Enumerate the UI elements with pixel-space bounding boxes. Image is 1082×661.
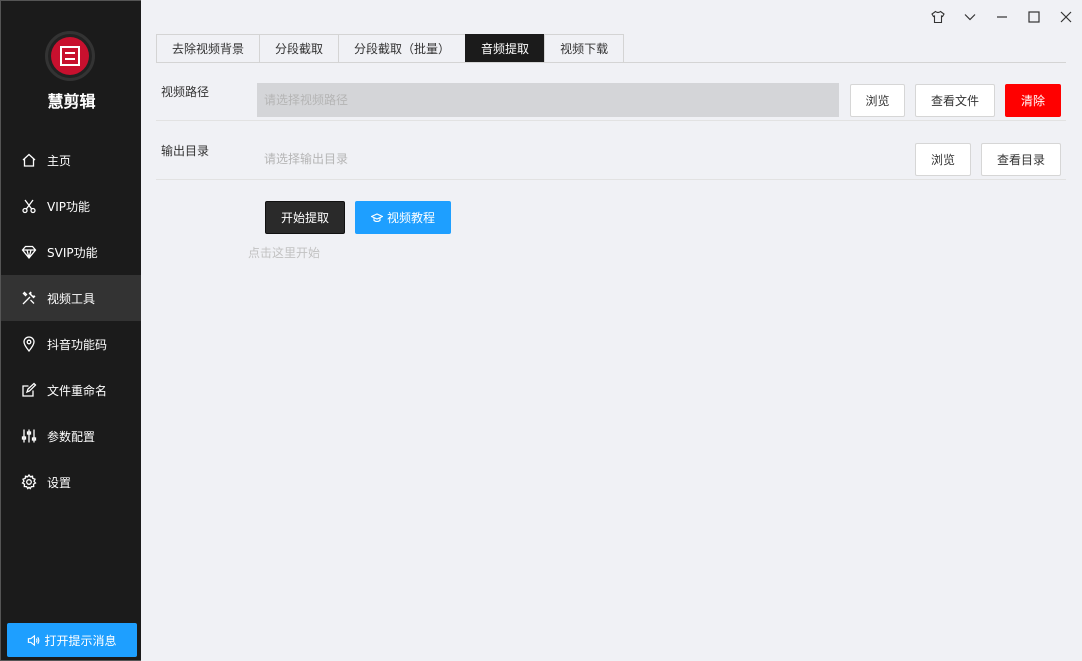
tool-tabs: 去除视频背景 分段截取 分段截取（批量） 音频提取 视频下载 <box>156 34 625 63</box>
location-pin-icon <box>20 335 38 353</box>
sidebar-item-label: 参数配置 <box>47 429 96 444</box>
browse-video-button[interactable]: 浏览 <box>850 84 905 117</box>
sidebar-item-label: 视频工具 <box>47 291 96 306</box>
sidebar-item-home[interactable]: 主页 <box>1 137 141 183</box>
tab-video-download[interactable]: 视频下载 <box>544 34 625 63</box>
output-dir-label: 输出目录 <box>161 144 210 158</box>
tab-audio-extract[interactable]: 音频提取 <box>465 34 545 63</box>
diamond-icon <box>20 243 38 261</box>
app-logo <box>45 31 95 81</box>
sidebar: 慧剪辑 主页 VIP功能 SVIP功能 视频工具 抖音功能码 文件重命名 参数配… <box>0 0 141 661</box>
video-path-input[interactable] <box>257 83 839 117</box>
window-controls <box>922 0 1082 34</box>
sidebar-item-rename[interactable]: 文件重命名 <box>1 367 141 413</box>
dropdown-icon[interactable] <box>954 0 986 34</box>
speaker-icon <box>28 634 40 646</box>
sidebar-item-label: SVIP功能 <box>47 245 98 260</box>
sidebar-item-label: 抖音功能码 <box>47 337 108 352</box>
tab-segment-cut[interactable]: 分段截取 <box>259 34 339 63</box>
output-dir-input[interactable] <box>257 142 757 176</box>
sidebar-item-params[interactable]: 参数配置 <box>1 413 141 459</box>
sidebar-item-label: 设置 <box>47 475 72 490</box>
notify-label: 打开提示消息 <box>44 633 117 648</box>
browse-output-button[interactable]: 浏览 <box>915 143 971 176</box>
tab-segment-cut-batch[interactable]: 分段截取（批量） <box>338 34 466 63</box>
close-icon[interactable] <box>1050 0 1082 34</box>
sidebar-item-settings[interactable]: 设置 <box>1 459 141 505</box>
start-hint: 点击这里开始 <box>248 246 321 260</box>
minimize-icon[interactable] <box>986 0 1018 34</box>
tutorial-label: 视频教程 <box>386 211 435 225</box>
sidebar-item-label: VIP功能 <box>47 199 90 214</box>
sliders-icon <box>20 427 38 445</box>
view-directory-button[interactable]: 查看目录 <box>981 143 1061 176</box>
maximize-icon[interactable] <box>1018 0 1050 34</box>
tab-remove-background[interactable]: 去除视频背景 <box>156 34 260 63</box>
sidebar-item-label: 文件重命名 <box>47 383 108 398</box>
sidebar-item-video-tools[interactable]: 视频工具 <box>1 275 141 321</box>
scissors-icon <box>20 197 38 215</box>
edit-icon <box>20 381 38 399</box>
home-icon <box>20 151 38 169</box>
sidebar-item-svip[interactable]: SVIP功能 <box>1 229 141 275</box>
open-notifications-button[interactable]: 打开提示消息 <box>7 623 137 657</box>
sidebar-item-douyin-code[interactable]: 抖音功能码 <box>1 321 141 367</box>
gear-icon <box>20 473 38 491</box>
video-path-label: 视频路径 <box>161 85 210 99</box>
graduation-cap-icon <box>370 212 383 222</box>
clear-button[interactable]: 清除 <box>1005 84 1061 117</box>
app-name: 慧剪辑 <box>47 92 96 111</box>
start-extract-button[interactable]: 开始提取 <box>265 201 345 234</box>
output-dir-row: 输出目录 浏览 查看目录 <box>156 122 1066 180</box>
view-file-button[interactable]: 查看文件 <box>915 84 995 117</box>
tools-icon <box>20 289 38 307</box>
sidebar-item-label: 主页 <box>47 153 72 168</box>
sidebar-nav: 主页 VIP功能 SVIP功能 视频工具 抖音功能码 文件重命名 参数配置 设置 <box>1 137 141 505</box>
video-path-row: 视频路径 浏览 查看文件 清除 <box>156 63 1066 121</box>
skin-icon[interactable] <box>922 0 954 34</box>
video-tutorial-button[interactable]: 视频教程 <box>355 201 451 234</box>
sidebar-item-vip[interactable]: VIP功能 <box>1 183 141 229</box>
